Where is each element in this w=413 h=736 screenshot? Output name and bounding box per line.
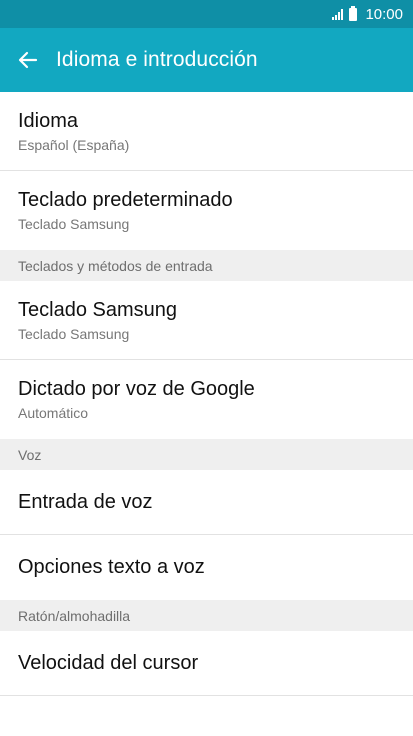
setting-item-tts-options[interactable]: Opciones texto a voz <box>0 535 413 600</box>
setting-item-idioma[interactable]: Idioma Español (España) <box>0 92 413 171</box>
app-bar: Idioma e introducción <box>0 28 413 92</box>
status-bar: 10:00 <box>0 0 413 28</box>
status-time: 10:00 <box>365 5 403 23</box>
setting-item-google-voice-typing[interactable]: Dictado por voz de Google Automático <box>0 360 413 439</box>
setting-title: Velocidad del cursor <box>18 651 199 674</box>
battery-icon <box>349 5 358 21</box>
setting-item-cursor-speed[interactable]: Velocidad del cursor <box>0 631 413 696</box>
setting-title: Dictado por voz de Google <box>18 378 255 400</box>
setting-title: Opciones texto a voz <box>18 556 205 578</box>
setting-subtitle: Teclado Samsung <box>18 325 130 342</box>
signal-icon <box>332 8 344 20</box>
setting-item-default-keyboard[interactable]: Teclado predeterminado Teclado Samsung <box>0 171 413 250</box>
page-title: Idioma e introducción <box>56 48 258 71</box>
setting-title: Entrada de voz <box>18 490 153 513</box>
setting-title: Idioma <box>18 109 79 132</box>
setting-subtitle: Teclado Samsung <box>18 216 130 232</box>
setting-item-voice-input[interactable]: Entrada de voz <box>0 470 413 535</box>
setting-item-samsung-keyboard[interactable]: Teclado Samsung Teclado Samsung <box>0 281 413 360</box>
setting-subtitle: Español (España) <box>18 136 130 153</box>
section-header-voice: Voz <box>0 439 413 470</box>
section-header-keyboards: Teclados y métodos de entrada <box>0 250 413 281</box>
setting-subtitle: Automático <box>18 405 89 421</box>
setting-title: Teclado Samsung <box>18 298 177 321</box>
setting-title: Teclado predeterminado <box>18 189 233 211</box>
arrow-left-icon[interactable] <box>18 49 40 71</box>
section-header-mouse: Ratón/almohadilla <box>0 600 413 631</box>
